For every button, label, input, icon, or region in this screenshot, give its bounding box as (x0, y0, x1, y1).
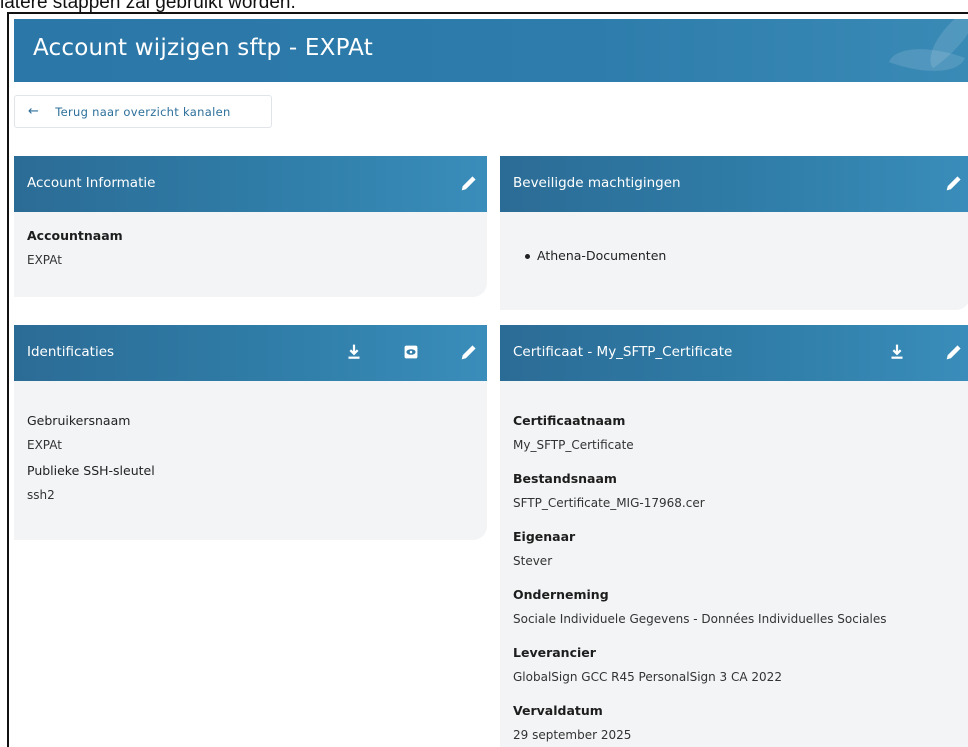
field-value: Stever (513, 554, 553, 568)
list-item: Athena-Documenten (524, 248, 667, 263)
download-icon[interactable] (343, 341, 365, 363)
field-value: 29 september 2025 (513, 728, 632, 742)
field-label: Gebruikersnaam (27, 413, 131, 428)
pencil-icon[interactable] (458, 172, 480, 194)
field-label: Certificaatnaam (513, 413, 626, 428)
identifications-card: Identificaties Gebruikersnaam EXPAt Publ… (14, 325, 487, 540)
card-title: Beveiligde machtigingen (513, 175, 681, 191)
page-banner: Account wijzigen sftp - EXPAt (14, 14, 968, 87)
field-label: Vervaldatum (513, 703, 603, 718)
field-label: Accountnaam (27, 228, 123, 243)
arrow-left-icon: ← (28, 104, 40, 119)
card-header: Certificaat - My_SFTP_Certificate (500, 325, 968, 381)
pencil-icon[interactable] (943, 172, 965, 194)
eye-icon[interactable] (400, 341, 422, 363)
field-label: Publieke SSH-sleutel (27, 463, 155, 478)
field-value: GlobalSign GCC R45 PersonalSign 3 CA 202… (513, 670, 782, 684)
permissions-card: Beveiligde machtigingen Athena-Documente… (500, 156, 968, 310)
back-to-channels-button[interactable]: ← Terug naar overzicht kanalen (14, 95, 272, 128)
card-header: Identificaties (14, 325, 487, 381)
field-value: SFTP_Certificate_MIG-17968.cer (513, 496, 705, 510)
account-info-card: Account Informatie Accountnaam EXPAt (14, 156, 487, 297)
card-title: Certificaat - My_SFTP_Certificate (513, 344, 733, 360)
field-value: My_SFTP_Certificate (513, 438, 634, 452)
card-title: Identificaties (27, 344, 115, 360)
field-value: EXPAt (27, 253, 62, 267)
download-icon[interactable] (886, 341, 908, 363)
field-value: ssh2 (27, 488, 55, 502)
pencil-icon[interactable] (458, 341, 480, 363)
field-label: Onderneming (513, 587, 609, 602)
field-value: Sociale Individuele Gegevens - Données I… (513, 612, 887, 626)
field-label: Eigenaar (513, 529, 576, 544)
page-title: Account wijzigen sftp - EXPAt (33, 35, 373, 61)
app-frame: Account wijzigen sftp - EXPAt ← Terug na… (7, 12, 968, 747)
card-header: Beveiligde machtigingen (500, 156, 968, 212)
certificate-card: Certificaat - My_SFTP_Certificate Certif… (500, 325, 968, 747)
field-value: EXPAt (27, 438, 62, 452)
field-label: Bestandsnaam (513, 471, 617, 486)
card-title: Account Informatie (27, 175, 156, 191)
field-label: Leverancier (513, 645, 596, 660)
pencil-icon[interactable] (943, 341, 965, 363)
card-header: Account Informatie (14, 156, 487, 212)
back-button-label: Terug naar overzicht kanalen (55, 104, 231, 119)
